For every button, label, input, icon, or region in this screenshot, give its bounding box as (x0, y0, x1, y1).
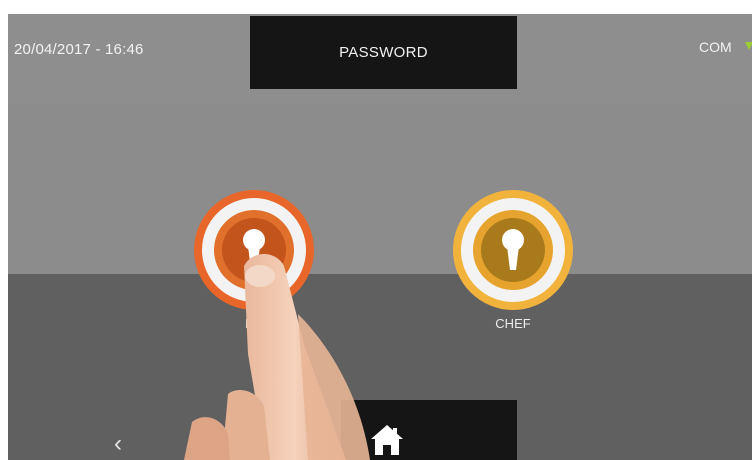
home-icon[interactable] (369, 422, 405, 458)
keyhole-icon (243, 229, 265, 270)
role-label-chef: CHEF (495, 316, 531, 331)
keyhole-icon (502, 229, 524, 270)
com-label: COM (699, 39, 732, 55)
device-display: 20/04/2017 - 16:46 PASSWORD COM EN CHEF … (8, 14, 752, 460)
screen: 20/04/2017 - 16:46 PASSWORD COM EN CHEF … (0, 0, 752, 460)
datetime-label: 20/04/2017 - 16:46 (14, 41, 144, 58)
com-status-indicator (745, 42, 752, 50)
role-button-en[interactable]: EN (194, 190, 314, 350)
role-button-chef[interactable]: CHEF (453, 190, 573, 350)
role-label-en: EN (244, 316, 264, 331)
top-bar: 20/04/2017 - 16:46 PASSWORD COM (8, 14, 752, 104)
page-title-box: PASSWORD (250, 16, 517, 89)
home-button-panel[interactable] (341, 400, 517, 460)
page-title: PASSWORD (339, 44, 428, 61)
chevron-left-icon[interactable]: ‹ (114, 432, 122, 456)
